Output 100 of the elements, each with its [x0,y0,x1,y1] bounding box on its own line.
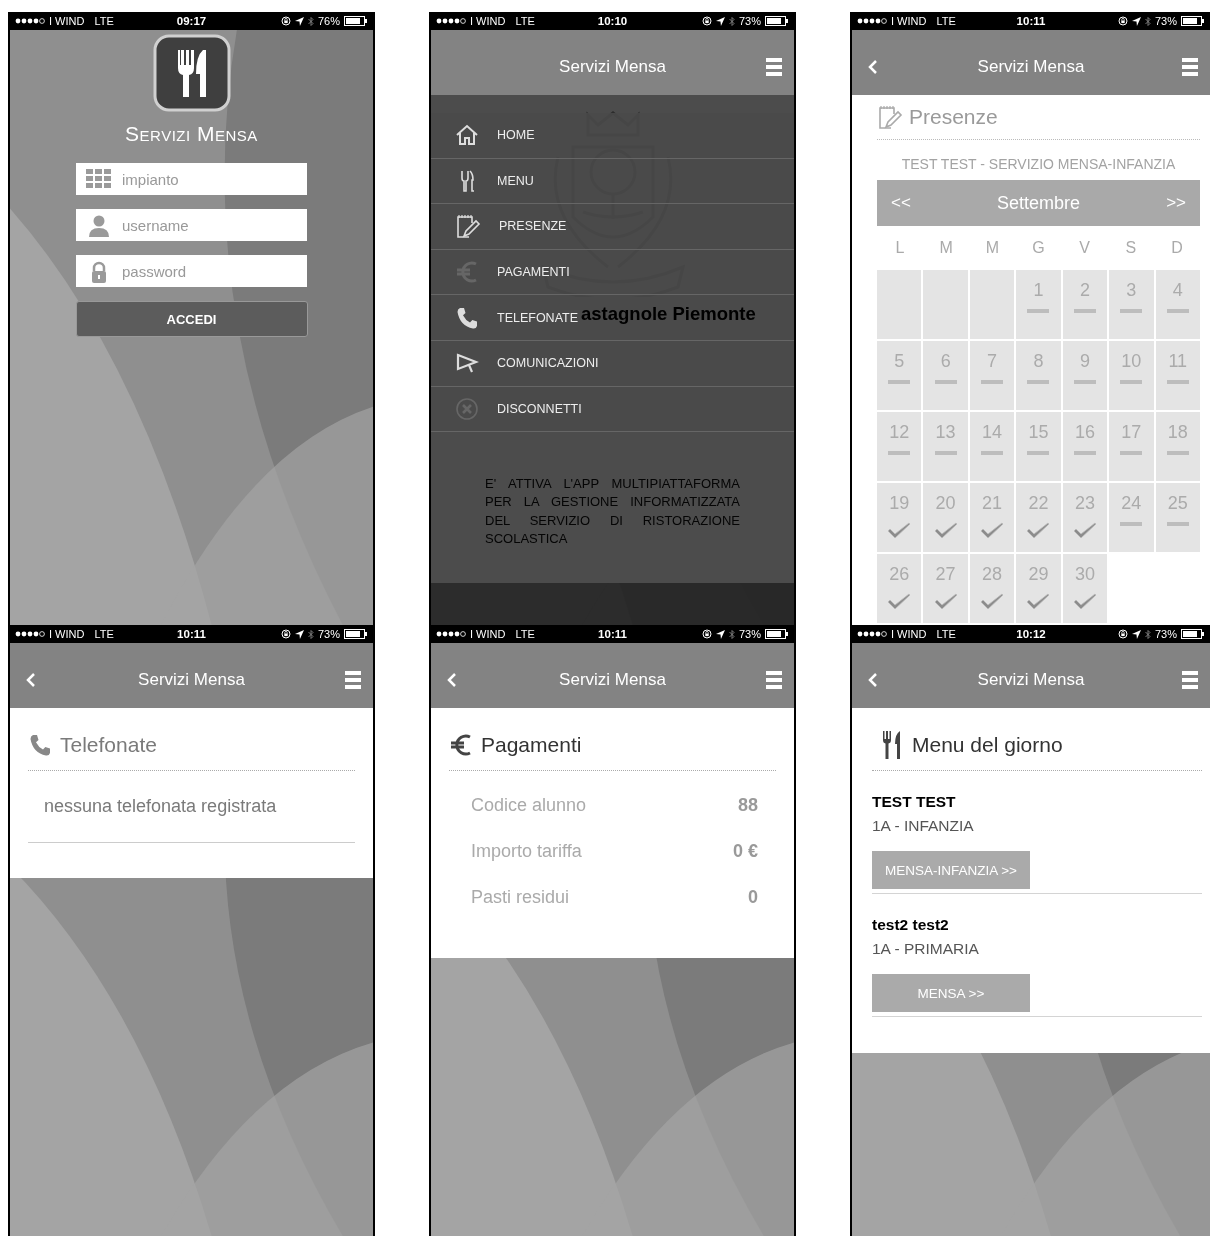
location-arrow-icon [715,629,725,639]
town-name: astagnole Piemonte [581,303,756,325]
location-arrow-icon [294,16,304,26]
field-value: 0 [748,886,758,908]
service-button[interactable]: MENSA-INFANZIA >> [872,851,1030,889]
calendar-day[interactable]: 24 [1109,483,1154,552]
carrier-name: I WIND [470,15,506,27]
calendar-day[interactable]: 14 [969,412,1015,481]
bluetooth-icon [1144,628,1151,640]
day-number: 12 [889,422,910,443]
screen-title: Servizi Mensa [558,669,667,690]
calendar-day[interactable]: 8 [1016,341,1061,410]
next-month-button[interactable]: >> [1162,191,1190,215]
calendar-day[interactable]: 25 [1155,483,1200,552]
menu-icon [766,56,782,77]
input-field[interactable]: password [76,255,307,287]
screen-title: Servizi Mensa [976,56,1086,77]
calendar-day[interactable]: 16 [1062,412,1108,481]
rotation-lock-icon [1117,629,1128,639]
clock-time: 10:11 [1016,15,1046,27]
screen-title: Servizi Mensa [137,669,246,690]
menu-icon [1182,56,1198,77]
service-button[interactable]: MENSA >> [872,974,1030,1012]
page-title: Presenze [909,105,998,129]
calendar-day[interactable]: 15 [1016,412,1061,481]
rotation-lock-icon [1117,16,1128,26]
calendar-day[interactable]: 30 [1062,554,1108,623]
calendar-day[interactable]: 13 [923,412,968,481]
cutlery-icon [882,730,902,760]
phone-icon [455,305,479,330]
check-icon [980,593,1005,611]
calendar-day[interactable]: 23 [1062,483,1108,552]
battery-percent: 73% [738,15,761,27]
day-number: 28 [982,564,1003,585]
calendar-day[interactable]: 17 [1109,412,1154,481]
day-number: 17 [1121,422,1142,443]
day-number: 11 [1168,351,1188,372]
megaphone-icon [455,352,479,375]
calendar-day[interactable]: 21 [969,483,1015,552]
calendar-day[interactable]: 12 [877,412,922,481]
grid-icon [86,169,112,189]
calendar-day[interactable]: 1 [1016,270,1061,339]
input-field[interactable]: username [76,209,307,241]
rotation-lock-icon [701,16,712,26]
calendar-day[interactable]: 4 [1155,270,1200,339]
day-number: 25 [1167,493,1188,514]
calendar-day[interactable]: 28 [969,554,1015,623]
calendar-day[interactable]: 22 [1016,483,1061,552]
dash-mark [934,380,957,384]
input-field[interactable]: impianto [76,163,307,195]
calendar-day[interactable]: 27 [923,554,968,623]
network-type: LTE [94,15,114,27]
weekday-label: G [1031,239,1046,257]
carrier-name: I WIND [891,628,927,640]
class-label: 1A - INFANZIA [872,816,975,836]
calendar-day[interactable]: 9 [1062,341,1108,410]
previous-month-button[interactable]: << [887,191,915,215]
empty-message: nessuna telefonata registrata [28,771,355,843]
bluetooth-icon [1144,15,1151,27]
menu-item[interactable]: PAGAMENTI [431,249,794,296]
day-number: 29 [1028,564,1049,585]
weekday-label: L [894,239,906,257]
menu-icon [1182,669,1198,690]
calendar-day[interactable]: 10 [1109,341,1154,410]
calendar-day[interactable]: 18 [1155,412,1200,481]
check-icon [1072,522,1097,540]
check-icon [933,522,958,540]
calendar-day[interactable]: 29 [1016,554,1061,623]
network-type: LTE [515,15,535,27]
location-arrow-icon [294,629,304,639]
notepad-pencil-icon [455,213,481,240]
battery-percent: 76% [317,15,340,27]
weekday-label: D [1170,239,1184,257]
screen-title: Servizi Mensa [976,669,1086,690]
calendar-day[interactable]: 5 [877,341,922,410]
service-label: TEST TEST - SERVIZIO MENSA-INFANZIA [900,156,1177,172]
day-number: 7 [987,351,998,372]
weekday-label: S [1124,239,1138,257]
menu-item[interactable]: MENU [431,158,794,205]
signal-icon [436,631,466,637]
screen-title: Servizi Mensa [558,56,667,77]
calendar-day[interactable]: 19 [877,483,922,552]
calendar-day[interactable]: 7 [969,341,1015,410]
menu-item[interactable]: PRESENZE [431,204,794,250]
login-button[interactable]: ACCEDI [75,301,308,337]
day-number: 19 [889,493,910,514]
day-number: 16 [1074,422,1095,443]
page-title: Telefonate [60,733,157,757]
rotation-lock-icon [701,629,712,639]
empty-day [969,270,1015,339]
calendar-day[interactable]: 26 [877,554,922,623]
class-label: 1A - PRIMARIA [872,939,980,959]
calendar-day[interactable]: 3 [1109,270,1154,339]
battery-icon [1181,16,1205,26]
calendar-day[interactable]: 6 [923,341,968,410]
dash-mark [1120,522,1143,526]
calendar-day[interactable]: 2 [1062,270,1108,339]
menu-item[interactable]: HOME [431,113,794,159]
calendar-day[interactable]: 20 [923,483,968,552]
calendar-day[interactable]: 11 [1155,341,1200,410]
